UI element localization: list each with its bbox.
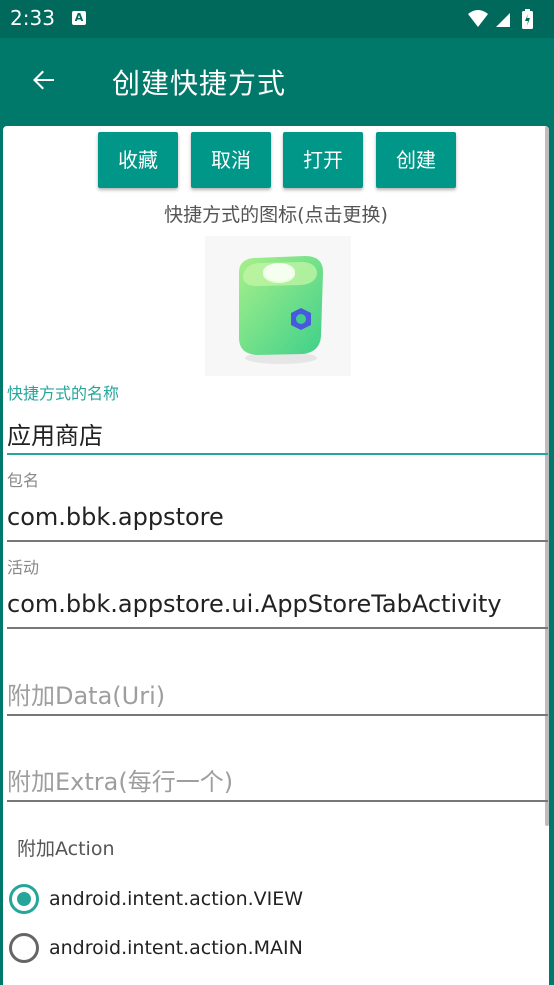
status-icons <box>466 8 546 30</box>
activity-field-underline <box>7 627 548 629</box>
wifi-icon <box>468 10 488 27</box>
action-main-radio[interactable] <box>9 933 39 963</box>
action-view-radio[interactable] <box>9 884 39 914</box>
shortcut-form: 收藏 取消 打开 创建 快捷方式的图标(点击更换) 快捷方式的名称 应用商店 包… <box>3 126 549 985</box>
action-section-label: 附加Action <box>17 838 115 860</box>
favorite-button[interactable]: 收藏 <box>98 132 178 188</box>
shortcut-icon-picker[interactable] <box>205 236 351 376</box>
extra-field[interactable]: 附加Extra(每行一个) <box>7 762 233 797</box>
activity-label: 活动 <box>7 558 40 577</box>
arrow-back-icon[interactable] <box>28 64 60 96</box>
package-field-underline <box>7 540 548 542</box>
app-store-cube-icon <box>239 256 323 364</box>
action-main-label[interactable]: android.intent.action.MAIN <box>49 937 303 959</box>
action-view-label[interactable]: android.intent.action.VIEW <box>49 888 303 910</box>
package-field[interactable]: com.bbk.appstore <box>7 503 224 531</box>
status-bar: 2:33 A <box>0 0 554 38</box>
name-field-underline <box>7 453 548 455</box>
data-uri-field[interactable]: 附加Data(Uri) <box>7 676 165 711</box>
cancel-button[interactable]: 取消 <box>191 132 271 188</box>
name-label: 快捷方式的名称 <box>7 384 120 403</box>
data-uri-field-underline <box>7 714 548 716</box>
package-label: 包名 <box>7 471 40 490</box>
name-field[interactable]: 应用商店 <box>7 416 103 451</box>
notification-icon: A <box>72 11 86 25</box>
icon-caption: 快捷方式的图标(点击更换) <box>164 204 388 226</box>
open-button[interactable]: 打开 <box>283 132 363 188</box>
status-time: 2:33 <box>10 6 55 30</box>
battery-icon <box>522 9 533 29</box>
signal-icon <box>496 13 510 27</box>
page-title: 创建快捷方式 <box>112 67 287 100</box>
scrollbar[interactable] <box>545 126 549 826</box>
extra-field-underline <box>7 800 548 802</box>
app-bar: 创建快捷方式 <box>0 38 554 124</box>
activity-field[interactable]: com.bbk.appstore.ui.AppStoreTabActivity <box>7 590 502 618</box>
create-button[interactable]: 创建 <box>376 132 456 188</box>
